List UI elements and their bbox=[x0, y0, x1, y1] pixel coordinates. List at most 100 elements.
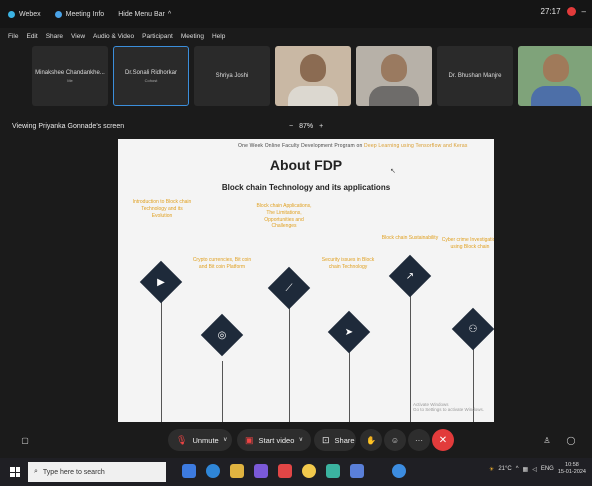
clock-time: 10:58 bbox=[565, 462, 579, 468]
weather-temp[interactable]: 21°C bbox=[498, 466, 511, 472]
topic-marker: ⚇ bbox=[451, 307, 494, 351]
participant-video-tile[interactable] bbox=[518, 46, 592, 106]
end-call-button[interactable]: ✕ bbox=[432, 429, 454, 451]
app-icon[interactable] bbox=[278, 464, 292, 478]
chart-icon: ⟋ bbox=[285, 282, 293, 294]
messages-icon[interactable]: ◯ bbox=[560, 429, 582, 451]
menu-edit[interactable]: Edit bbox=[26, 33, 37, 40]
meeting-info-button[interactable]: Meeting Info bbox=[54, 10, 104, 18]
topic-marker: ▶ bbox=[139, 260, 183, 304]
hide-menu-bar-label: Hide Menu Bar bbox=[118, 10, 165, 18]
topic-label: Block chain Applications, The Limitation… bbox=[256, 203, 312, 230]
participant-video bbox=[543, 54, 569, 82]
trend-icon: ↗ bbox=[405, 270, 415, 282]
taskbar-search[interactable]: ⌕ Type here to search bbox=[28, 462, 166, 482]
participant-role: Cohost bbox=[144, 77, 158, 83]
chevron-down-icon[interactable]: v bbox=[224, 437, 227, 443]
participant-video-tile[interactable] bbox=[356, 46, 432, 106]
participant-name: Dr. Bhushan Manjre bbox=[448, 73, 502, 79]
participant-name: Minakshee Chandankhe... bbox=[35, 69, 105, 76]
viewing-label: Viewing Priyanka Gonnade's screen bbox=[12, 122, 125, 130]
mouse-cursor-icon: ↖ bbox=[390, 168, 396, 175]
menu-share[interactable]: Share bbox=[46, 33, 63, 40]
participant-video bbox=[300, 54, 326, 82]
search-icon: ⌕ bbox=[34, 468, 38, 475]
menu-help[interactable]: Help bbox=[212, 33, 225, 40]
timeline-stem bbox=[289, 305, 290, 422]
chrome-icon[interactable] bbox=[302, 464, 316, 478]
hide-menu-bar-button[interactable]: Hide Menu Bar ^ bbox=[118, 11, 171, 18]
search-placeholder: Type here to search bbox=[42, 468, 105, 476]
play-icon: ▶ bbox=[157, 276, 165, 288]
tray-chevron-icon[interactable]: ^ bbox=[516, 466, 519, 472]
timeline-stem bbox=[349, 351, 350, 422]
slide-header-prefix: One Week Online Faculty Development Prog… bbox=[238, 143, 363, 149]
participants-icon[interactable]: ♙ bbox=[536, 429, 558, 451]
volume-icon[interactable]: ◁ bbox=[532, 466, 537, 473]
app-icon[interactable] bbox=[350, 464, 364, 478]
participant-name: Dr.Sonali Ridhorkar bbox=[124, 69, 178, 76]
raise-hand-icon[interactable]: ✋ bbox=[360, 429, 382, 451]
zoom-level[interactable]: 87% bbox=[299, 123, 313, 130]
more-options-icon[interactable]: ··· bbox=[408, 429, 430, 451]
language-indicator[interactable]: ENG bbox=[541, 466, 554, 472]
topic-marker: ↗ bbox=[388, 254, 432, 298]
title-bar: Webex Meeting Info Hide Menu Bar ^ 27:17… bbox=[0, 0, 592, 28]
topic-marker: ➤ bbox=[327, 310, 371, 354]
topic-label: Crypto currencies, Bit coin and Bit coin… bbox=[192, 257, 252, 270]
app-icon[interactable] bbox=[206, 464, 220, 478]
zoom-out-button[interactable]: − bbox=[289, 123, 293, 130]
participant-tile[interactable]: Dr.Sonali Ridhorkar Cohost bbox=[113, 46, 189, 106]
webex-taskbar-icon[interactable] bbox=[326, 464, 340, 478]
participant-video-body bbox=[288, 86, 338, 106]
windows-taskbar: ⌕ Type here to search ☀ 21°C ^ ▦ ◁ ENG 1… bbox=[0, 458, 592, 486]
network-icon[interactable]: ▦ bbox=[523, 466, 529, 473]
system-tray: ☀ 21°C ^ ▦ ◁ ENG 10:58 15-01-2024 bbox=[489, 462, 586, 476]
participant-tile[interactable]: Shriya Joshi bbox=[194, 46, 270, 106]
app-name: Webex bbox=[19, 10, 41, 18]
slide-subtitle: Block chain Technology and its applicati… bbox=[221, 183, 391, 192]
participant-video bbox=[381, 54, 407, 82]
slide-header: One Week Online Faculty Development Prog… bbox=[238, 143, 468, 149]
shield-icon bbox=[54, 10, 62, 18]
menu-file[interactable]: File bbox=[8, 33, 18, 40]
webex-logo-icon bbox=[8, 10, 15, 18]
zoom-in-button[interactable]: + bbox=[319, 123, 323, 130]
timeline-stem bbox=[161, 299, 162, 422]
menu-participant[interactable]: Participant bbox=[142, 33, 173, 40]
clock[interactable]: 10:58 15-01-2024 bbox=[558, 462, 586, 476]
edge-icon[interactable] bbox=[182, 464, 196, 478]
timeline-stem bbox=[410, 294, 411, 422]
target-icon: ◎ bbox=[217, 329, 227, 341]
meeting-controls: ▢ 🎙 Unmute v ▣ Start video v ⊡ Share ✋ ☺… bbox=[0, 428, 592, 454]
start-video-label: Start video bbox=[258, 435, 295, 445]
unmute-button[interactable]: 🎙 Unmute v bbox=[168, 429, 232, 451]
participant-role: Me bbox=[67, 77, 73, 83]
share-button[interactable]: ⊡ Share bbox=[314, 429, 356, 451]
menu-meeting[interactable]: Meeting bbox=[181, 33, 204, 40]
participant-strip: Minakshee Chandankhe... Me Dr.Sonali Rid… bbox=[32, 46, 592, 106]
chevron-down-icon[interactable]: v bbox=[299, 437, 302, 443]
topic-label: Cyber crime Investigation using Block ch… bbox=[441, 237, 494, 250]
watermark-line: Go to Settings to activate Windows. bbox=[412, 407, 484, 412]
video-off-icon: ▣ bbox=[245, 434, 254, 445]
menu-view[interactable]: View bbox=[71, 33, 85, 40]
participant-video-tile[interactable] bbox=[275, 46, 351, 106]
menu-audio-video[interactable]: Audio & Video bbox=[93, 33, 134, 40]
shared-screen: One Week Online Faculty Development Prog… bbox=[118, 139, 494, 422]
share-icon: ⊡ bbox=[322, 434, 330, 445]
app-icon[interactable] bbox=[392, 464, 406, 478]
start-video-button[interactable]: ▣ Start video v bbox=[237, 429, 311, 451]
participant-tile[interactable]: Minakshee Chandankhe... Me bbox=[32, 46, 108, 106]
topic-label: Block chain Sustainability bbox=[381, 235, 439, 241]
chat-icon[interactable]: ▢ bbox=[14, 429, 36, 451]
windows-start-icon[interactable] bbox=[10, 467, 20, 477]
minimize-button[interactable]: – bbox=[582, 7, 586, 16]
app-icon[interactable] bbox=[254, 464, 268, 478]
participant-tile[interactable]: Dr. Bhushan Manjre bbox=[437, 46, 513, 106]
file-explorer-icon[interactable] bbox=[230, 464, 244, 478]
participant-video-body bbox=[531, 86, 581, 106]
people-icon: ⚇ bbox=[468, 323, 478, 335]
reactions-icon[interactable]: ☺ bbox=[384, 429, 406, 451]
webex-menu[interactable]: Webex bbox=[8, 10, 41, 18]
